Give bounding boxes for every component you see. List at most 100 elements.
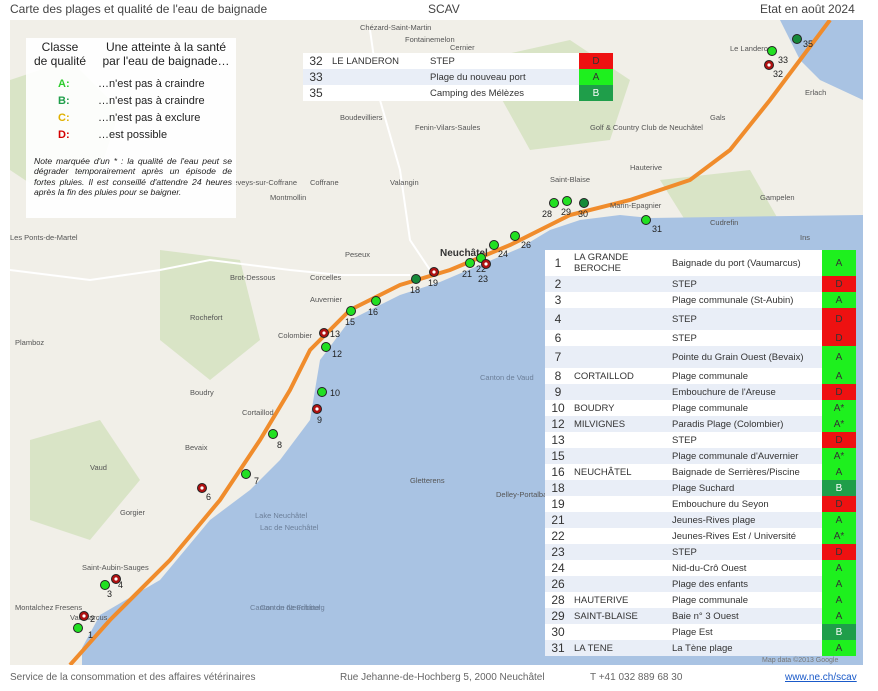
- cell-num: 4: [554, 312, 562, 326]
- cell-commune: [571, 576, 669, 592]
- beach-marker-28[interactable]: [549, 198, 559, 208]
- cell-grade: D: [822, 432, 856, 448]
- cell-grade: A*: [822, 448, 856, 464]
- cell-num: 29: [551, 609, 565, 623]
- cell-num: 32: [309, 54, 323, 68]
- cell-grade: D: [822, 308, 856, 330]
- cell-num: 9: [554, 385, 562, 399]
- cell-num: 7: [554, 350, 562, 364]
- beach-marker-33[interactable]: [767, 46, 777, 56]
- table-row: 3 Plage communale (St-Aubin) A: [545, 292, 856, 308]
- beach-marker-16[interactable]: [371, 296, 381, 306]
- place-label: Lake Neuchâtel: [255, 511, 307, 520]
- beach-marker-29[interactable]: [562, 196, 572, 206]
- cell-place: Embouchure du Seyon: [672, 498, 769, 510]
- place-label: Valangin: [390, 178, 419, 187]
- cell-commune: [571, 308, 669, 330]
- place-label: Vaud: [90, 463, 107, 472]
- footer-address: Rue Jehanne-de-Hochberg 5, 2000 Neuchâte…: [340, 672, 545, 683]
- marker-label: 9: [317, 415, 322, 425]
- place-label: Colombier: [278, 331, 313, 340]
- footer-link[interactable]: www.ne.ch/scav: [785, 672, 857, 683]
- beach-marker-18[interactable]: [411, 274, 421, 284]
- place-label: Cudrefin: [710, 218, 738, 227]
- legend-class-c: C:: [58, 112, 70, 124]
- table-row: 28 HAUTERIVE Plage communale A: [545, 592, 856, 608]
- website-link[interactable]: www.ne.ch/scav: [785, 672, 857, 683]
- cell-grade: A: [822, 592, 856, 608]
- cell-grade: A: [822, 512, 856, 528]
- table-row: 26 Plage des enfants A: [545, 576, 856, 592]
- cell-commune: [571, 528, 669, 544]
- beach-marker-7[interactable]: [241, 469, 251, 479]
- marker-label: 35: [803, 39, 813, 49]
- place-label: Rochefort: [190, 313, 223, 322]
- beach-marker-10[interactable]: [317, 387, 327, 397]
- cell-place: STEP: [672, 332, 697, 344]
- cell-grade: A: [822, 560, 856, 576]
- place-label: Ins: [800, 233, 810, 242]
- map-credit: Map data ©2013 Google: [762, 656, 838, 664]
- legend-text-d: …est possible: [98, 129, 168, 141]
- map-title: Carte des plages et qualité de l'eau de …: [10, 2, 268, 16]
- place-label: Chézard-Saint-Martin: [360, 23, 431, 32]
- marker-label: 13: [330, 329, 340, 339]
- table-row: 12 MILVIGNES Paradis Plage (Colombier) A*: [545, 416, 856, 432]
- cell-place: Plage communale (St-Aubin): [672, 294, 794, 306]
- cell-place: Pointe du Grain Ouest (Bevaix): [672, 351, 804, 363]
- place-label: Les Ponts-de-Martel: [10, 233, 78, 242]
- marker-label: 19: [428, 278, 438, 288]
- cell-num: 10: [551, 401, 565, 415]
- marker-label: 3: [107, 589, 112, 599]
- beach-marker-21[interactable]: [465, 258, 475, 268]
- legend-row-d: D: …est possible: [26, 129, 236, 143]
- cell-commune: LA TENE: [574, 642, 613, 654]
- beach-marker-8[interactable]: [268, 429, 278, 439]
- place-label: Fresens: [55, 603, 82, 612]
- table-row: 29 SAINT-BLAISE Baie n° 3 Ouest A: [545, 608, 856, 624]
- legend-class-d: D:: [58, 129, 70, 141]
- beach-marker-35[interactable]: [792, 34, 802, 44]
- place-label: Cortaillod: [242, 408, 274, 417]
- cell-place: Plage Est: [672, 626, 713, 638]
- cell-grade: A*: [822, 416, 856, 432]
- beach-marker-31[interactable]: [641, 215, 651, 225]
- cell-commune: BOUDRY: [574, 402, 615, 414]
- cell-grade: D: [579, 53, 613, 69]
- cell-num: 28: [551, 593, 565, 607]
- beach-marker-12[interactable]: [321, 342, 331, 352]
- cell-num: 6: [554, 331, 562, 345]
- cell-commune: [329, 69, 427, 85]
- beach-marker-1[interactable]: [73, 623, 83, 633]
- legend-class-title: Classe de qualité: [33, 40, 87, 68]
- cell-grade: A: [822, 368, 856, 384]
- cell-grade: A: [822, 608, 856, 624]
- place-label: Gletterens: [410, 476, 445, 485]
- place-label: Saint-Blaise: [550, 175, 590, 184]
- place-label: Gampelen: [760, 193, 795, 202]
- marker-label: 29: [561, 207, 571, 217]
- beach-marker-30[interactable]: [579, 198, 589, 208]
- cell-grade: B: [822, 624, 856, 640]
- place-label: Plamboz: [15, 338, 44, 347]
- place-label: Cernier: [450, 43, 475, 52]
- cell-place: Camping des Mélèzes: [430, 87, 524, 99]
- cell-commune: [571, 346, 669, 368]
- cell-place: Jeunes-Rives plage: [672, 514, 756, 526]
- marker-label: 33: [778, 55, 788, 65]
- cell-grade: D: [822, 496, 856, 512]
- place-label: Fenin-Vilars-Saules: [415, 123, 481, 132]
- cell-grade: A*: [822, 528, 856, 544]
- cell-place: La Tène plage: [672, 642, 733, 654]
- place-label: Brot-Dessous: [230, 273, 276, 282]
- cell-place: Paradis Plage (Colombier): [672, 418, 784, 430]
- table-row: 13 STEP D: [545, 432, 856, 448]
- cell-commune: [571, 480, 669, 496]
- cell-num: 23: [551, 545, 565, 559]
- place-label: Le Landeron: [730, 44, 772, 53]
- beach-marker-26[interactable]: [510, 231, 520, 241]
- beach-marker-15[interactable]: [346, 306, 356, 316]
- cell-grade: A: [579, 69, 613, 85]
- place-label: Corcelles: [310, 273, 342, 282]
- cell-num: 12: [551, 417, 565, 431]
